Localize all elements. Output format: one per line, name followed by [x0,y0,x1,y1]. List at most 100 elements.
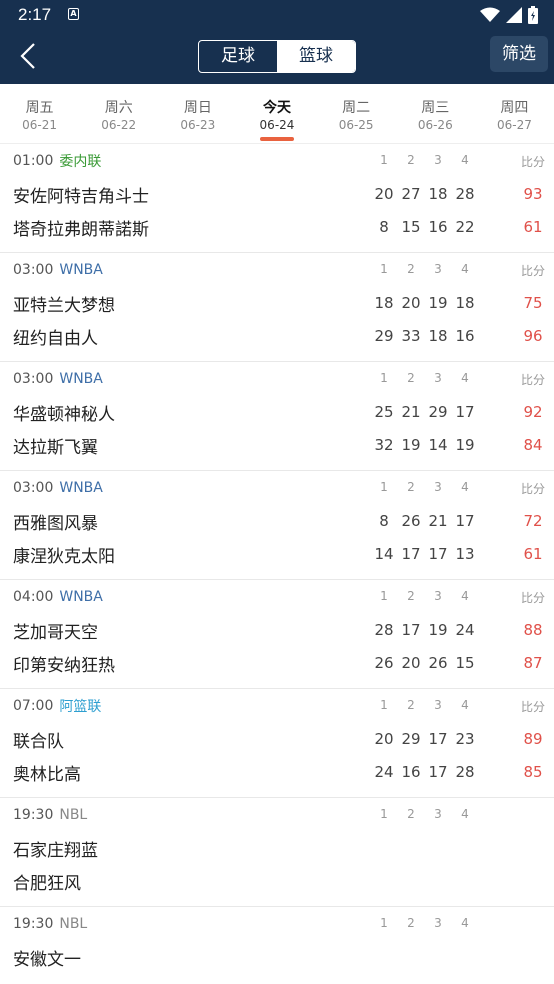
team-name: 华盛顿神秘人 [13,405,115,425]
league-name: NBL [59,916,88,932]
quarter-header: 3 [434,480,442,494]
date-tab[interactable]: 周四 06-27 [475,84,554,143]
quarter-score: 13 [455,545,475,563]
quarter-score: 17 [401,621,421,639]
score-header: 比分 [520,591,545,605]
team-row: 西雅图风暴 8 26 21 17 72 [0,505,554,538]
quarter-score: 17 [428,730,448,748]
score-header: 比分 [520,264,545,278]
match-card[interactable]: 19:30 NBL 1 2 3 4 石家庄翔蓝 合肥狂风 [0,798,554,907]
status-time: 2:17 [18,5,52,24]
quarter-header: 1 [380,589,388,603]
quarter-score: 15 [401,218,421,236]
quarter-score: 19 [428,621,448,639]
tab-football[interactable]: 足球 [199,41,277,72]
match-card[interactable]: 01:00 委内联 1 2 3 4 比分 安佐阿特吉角斗士 20 27 18 28 93 塔奇拉弗朗蒂諾斯… [0,144,554,253]
quarter-score: 25 [374,403,394,421]
team-name: 印第安纳狂热 [13,656,115,676]
total-score: 84 [523,436,543,454]
back-button[interactable] [8,36,48,76]
score-header: 比分 [520,373,545,387]
filter-button[interactable]: 筛选 [490,36,548,72]
date-tab-date: 06-21 [22,118,57,132]
quarter-score: 20 [374,730,394,748]
total-score: 75 [523,294,543,312]
quarter-score: 19 [455,436,475,454]
match-header: 03:00 WNBA 1 2 3 4 比分 [0,253,554,287]
match-card[interactable]: 03:00 WNBA 1 2 3 4 比分 西雅图风暴 8 26 21 17 72 康涅狄克太阳 14 17 1… [0,471,554,580]
league-name: 委内联 [59,154,102,170]
date-tab[interactable]: 周三 06-26 [396,84,475,143]
quarter-header: 3 [434,589,442,603]
date-tab[interactable]: 周五 06-21 [0,84,79,143]
date-tab[interactable]: 周六 06-22 [79,84,158,143]
date-tab[interactable]: 周二 06-25 [317,84,396,143]
quarter-score: 28 [455,763,475,781]
match-time: 07:00 [13,698,54,714]
match-header: 19:30 NBL 1 2 3 4 [0,798,554,832]
league-name: WNBA [59,262,103,278]
tab-basketball[interactable]: 篮球 [277,41,355,72]
team-row: 纽约自由人 29 33 18 16 96 [0,320,554,353]
date-tab[interactable]: 今天 06-24 [237,84,316,143]
team-name: 塔奇拉弗朗蒂諾斯 [13,220,149,240]
quarter-score: 32 [374,436,394,454]
quarter-header: 1 [380,698,388,712]
quarter-header: 4 [461,916,469,930]
quarter-header: 4 [461,153,469,167]
team-row: 石家庄翔蓝 [0,832,554,865]
quarter-header: 3 [434,371,442,385]
date-tab-day: 周五 [25,100,54,116]
quarter-score: 15 [455,654,475,672]
quarter-score: 17 [428,545,448,563]
total-score: 61 [523,218,543,236]
quarter-header: 3 [434,698,442,712]
team-row: 印第安纳狂热 26 20 26 15 87 [0,647,554,680]
date-tab[interactable]: 周日 06-23 [158,84,237,143]
team-name: 联合队 [13,732,64,752]
match-card[interactable]: 03:00 WNBA 1 2 3 4 比分 亚特兰大梦想 18 20 19 18 75 纽约自由人 29 33… [0,253,554,362]
quarter-score: 21 [428,512,448,530]
match-card[interactable]: 19:30 NBL 1 2 3 4 安徽文一 [0,907,554,982]
quarter-score: 29 [428,403,448,421]
quarter-header: 3 [434,916,442,930]
match-card[interactable]: 03:00 WNBA 1 2 3 4 比分 华盛顿神秘人 25 21 29 17 92 达拉斯飞翼 32 19… [0,362,554,471]
quarter-score: 17 [455,512,475,530]
date-tabs: 周五 06-21 周六 06-22 周日 06-23 今天 06-24 周二 06-25 周三 06-… [0,84,554,144]
status-bar: 2:17 A [0,0,554,30]
league-name: WNBA [59,480,103,496]
quarter-header: 1 [380,916,388,930]
quarter-score: 8 [379,218,389,236]
league-name: 阿篮联 [59,699,102,715]
quarter-score: 17 [455,403,475,421]
team-name: 安佐阿特吉角斗士 [13,187,149,207]
team-name: 纽约自由人 [13,329,98,349]
quarter-score: 29 [401,730,421,748]
match-time: 03:00 [13,480,54,496]
match-card[interactable]: 04:00 WNBA 1 2 3 4 比分 芝加哥天空 28 17 19 24 88 印第安纳狂热 26 20… [0,580,554,689]
match-header: 03:00 WNBA 1 2 3 4 比分 [0,471,554,505]
quarter-score: 26 [401,512,421,530]
date-tab-date: 06-26 [417,118,453,132]
battery-icon [528,6,538,28]
quarter-score: 27 [401,185,421,203]
date-tab-day: 周日 [183,100,212,116]
quarter-header: 2 [407,262,415,276]
quarter-header: 2 [407,371,415,385]
total-score: 72 [523,512,543,530]
total-score: 87 [523,654,543,672]
team-name: 达拉斯飞翼 [13,438,98,458]
match-card[interactable]: 07:00 阿篮联 1 2 3 4 比分 联合队 20 29 17 23 89 奥林比高 24 16 17 28 8… [0,689,554,798]
team-row: 康涅狄克太阳 14 17 17 13 61 [0,538,554,571]
wifi-icon [480,7,500,27]
match-header: 07:00 阿篮联 1 2 3 4 比分 [0,689,554,723]
sport-switch: 足球 篮球 [198,40,356,73]
quarter-header: 2 [407,698,415,712]
quarter-score: 24 [455,621,475,639]
quarter-header: 4 [461,371,469,385]
quarter-header: 1 [380,480,388,494]
quarter-score: 20 [374,185,394,203]
date-tab-day: 周三 [421,100,450,116]
date-tab-day: 今天 [262,100,291,116]
date-tab-date: 06-24 [259,118,295,132]
